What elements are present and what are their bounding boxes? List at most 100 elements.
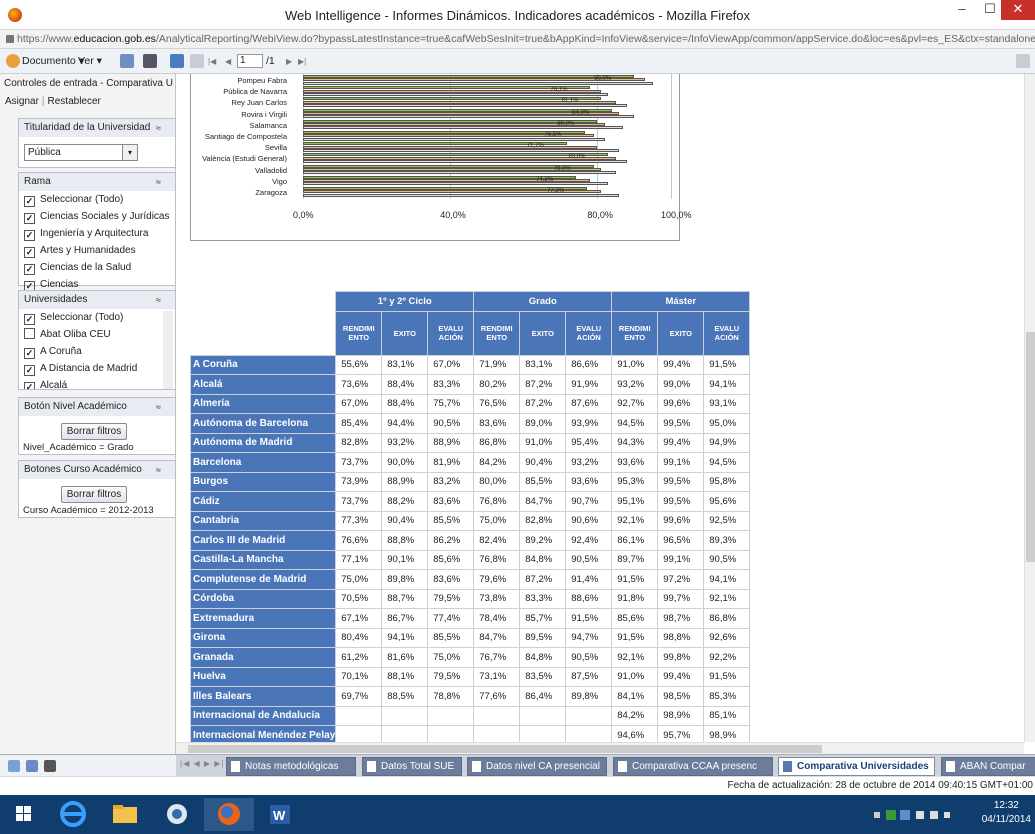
table-row: Cantabria 77,3% 90,4% 85,5% 75,0% 82,8% 90,6% 9…: [189, 510, 751, 531]
find-icon[interactable]: [143, 54, 157, 68]
clear-nivel-button[interactable]: Borrar filtros: [61, 423, 127, 440]
sidebar-header: Controles de entrada - Comparativa U...: [4, 78, 174, 89]
titularidad-select[interactable]: Pública ▾: [24, 144, 138, 161]
report-tab[interactable]: Datos Total SUE: [362, 757, 462, 776]
universidades-scrollbar[interactable]: [163, 311, 173, 389]
collapse-icon[interactable]: ≈: [156, 119, 161, 137]
url-bar[interactable]: https://www.educacion.gob.es/AnalyticalR…: [0, 30, 1035, 49]
rama-option-label: Ciencias Sociales y Jurídicas: [40, 211, 170, 222]
file-explorer-icon[interactable]: [100, 798, 150, 831]
table-cell: 92,7%: [611, 393, 659, 414]
collapse-icon[interactable]: ≈: [156, 291, 161, 309]
table-cell: 84,2%: [611, 705, 659, 726]
next-page-button[interactable]: ▶: [286, 55, 292, 69]
first-page-button[interactable]: |◀: [208, 55, 216, 69]
checkbox-checked-icon: ✓: [24, 314, 35, 325]
ver-menu[interactable]: Ver ▾: [78, 54, 102, 68]
last-page-button[interactable]: ▶|: [298, 55, 306, 69]
chart-category-label: Valladolid: [255, 165, 287, 175]
update-status: Fecha de actualización: 28 de octubre de…: [0, 776, 1035, 795]
system-clock[interactable]: 12:32 04/11/2014: [982, 799, 1031, 827]
window-titlebar: Web Intelligence - Informes Dinámicos. I…: [0, 0, 1035, 30]
page-number-input[interactable]: 1: [237, 54, 263, 68]
minimize-button[interactable]: –: [948, 0, 976, 20]
rama-option[interactable]: ✓ Artes y Humanidades: [19, 242, 175, 259]
university-name: Extremadura: [189, 608, 337, 629]
collapse-icon[interactable]: ≈: [156, 461, 161, 479]
horizontal-scrollbar[interactable]: [176, 742, 1024, 754]
system-tray[interactable]: [874, 809, 954, 821]
rama-option[interactable]: ✓ Seleccionar (Todo): [19, 191, 175, 208]
maximize-button[interactable]: ☐: [976, 0, 1004, 20]
titularidad-header[interactable]: Titularidad de la Universidad ≈: [19, 119, 175, 137]
report-tab[interactable]: Comparativa Universidades: [778, 757, 935, 776]
table-cell: [565, 725, 613, 742]
universidades-header[interactable]: Universidades ≈: [19, 291, 175, 309]
universidad-option[interactable]: Abat Oliba CEU: [19, 326, 175, 343]
input-controls-icon[interactable]: [26, 760, 38, 772]
collapse-icon[interactable]: ≈: [156, 398, 161, 416]
table-cell: 89,8%: [565, 686, 613, 707]
table-cell: 67,0%: [427, 354, 475, 375]
rama-option[interactable]: ✓ Ciencias de la Salud: [19, 259, 175, 276]
report-tab[interactable]: Notas metodológicas: [226, 757, 356, 776]
scroll-thumb[interactable]: [1026, 332, 1035, 562]
table-cell: 92,4%: [565, 530, 613, 551]
prev-page-button[interactable]: ◀: [225, 55, 231, 69]
table-cell: 75,7%: [427, 393, 475, 414]
table-cell: 99,1%: [657, 452, 705, 473]
rama-option-label: Ciencias: [40, 279, 79, 290]
table-cell: 67,0%: [335, 393, 383, 414]
windows-start-icon[interactable]: [4, 798, 44, 831]
firefox-taskbar-icon[interactable]: [204, 798, 254, 831]
close-button[interactable]: ✕: [1001, 0, 1035, 20]
table-cell: 80,2%: [473, 374, 521, 395]
curso-header[interactable]: Botones Curso Académico ≈: [19, 461, 175, 479]
table-cell: 88,8%: [381, 530, 429, 551]
document-structure-icon[interactable]: [8, 760, 20, 772]
rama-option[interactable]: ✓ Ciencias Sociales y Jurídicas: [19, 208, 175, 225]
table-cell: 93,2%: [611, 374, 659, 395]
table-cell: 79,6%: [473, 569, 521, 590]
table-cell: 87,6%: [565, 393, 613, 414]
nivel-header[interactable]: Botón Nivel Académico ≈: [19, 398, 175, 416]
rama-option-label: Ciencias de la Salud: [40, 262, 132, 273]
report-tab[interactable]: Comparativa CCAA presenc: [613, 757, 773, 776]
word-icon[interactable]: W: [256, 798, 306, 831]
table-cell: 99,5%: [657, 491, 705, 512]
collapse-icon[interactable]: ≈: [156, 173, 161, 191]
table-cell: 82,4%: [473, 530, 521, 551]
table-cell: 84,8%: [519, 647, 567, 668]
assign-link[interactable]: Asignar: [5, 96, 39, 107]
scroll-thumb[interactable]: [188, 745, 822, 753]
redo-icon[interactable]: [190, 54, 204, 68]
rama-option[interactable]: ✓ Ingeniería y Arquitectura: [19, 225, 175, 242]
rama-header[interactable]: Rama ≈: [19, 173, 175, 191]
nivel-panel: Botón Nivel Académico ≈ Borrar filtros Ni…: [18, 397, 176, 455]
chart-x-tick: 80,0%: [587, 210, 613, 220]
report-tab[interactable]: ABAN Compar: [941, 757, 1035, 776]
undo-icon[interactable]: [170, 54, 184, 68]
report-tab[interactable]: Datos nivel CA presencial: [467, 757, 607, 776]
table-row: Internacional de Andalucía 84,2% 98,9% 85,1…: [189, 705, 751, 726]
internet-explorer-icon[interactable]: [48, 798, 98, 831]
table-cell: 91,5%: [611, 627, 659, 648]
table-cell: 88,9%: [381, 471, 429, 492]
network-app-icon[interactable]: [152, 798, 202, 831]
universidad-option[interactable]: ✓ Seleccionar (Todo): [19, 309, 175, 326]
universidad-option[interactable]: ✓ A Coruña: [19, 343, 175, 360]
reset-link[interactable]: Restablecer: [48, 96, 101, 107]
search-icon[interactable]: [44, 760, 56, 772]
clock-date: 04/11/2014: [981, 814, 1031, 825]
universidad-option[interactable]: ✓ A Distancia de Madrid: [19, 360, 175, 377]
export-icon[interactable]: [120, 54, 134, 68]
universidad-option[interactable]: ✓ Alcalá: [19, 377, 175, 389]
panel-toggle-icon[interactable]: [1016, 54, 1030, 68]
documento-menu[interactable]: Documento ▾: [22, 54, 84, 68]
table-cell: 73,7%: [335, 452, 383, 473]
table-cell: 83,3%: [519, 588, 567, 609]
university-name: Burgos: [189, 471, 337, 492]
tab-navigation[interactable]: |◀ ◀ ▶ ▶|: [180, 759, 224, 768]
vertical-scrollbar[interactable]: [1024, 74, 1035, 742]
clear-curso-button[interactable]: Borrar filtros: [61, 486, 127, 503]
